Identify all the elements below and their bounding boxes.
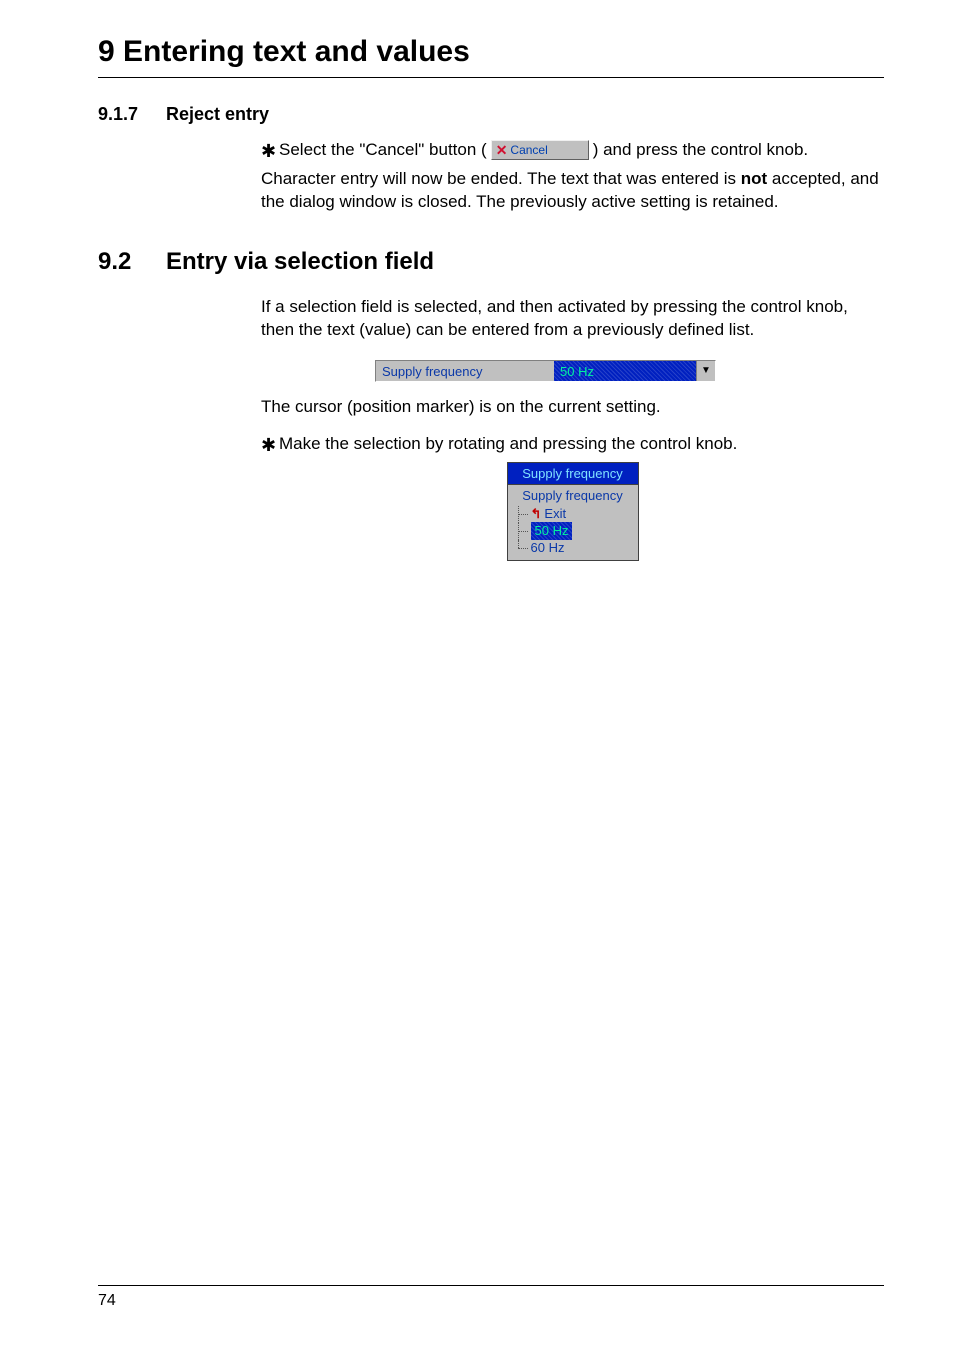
dropdown-item-50hz[interactable]: 50 Hz	[511, 523, 635, 540]
section-917-heading: 9.1.7 Reject entry	[98, 104, 884, 125]
instruction-text-pre: Select the "Cancel" button (	[279, 139, 487, 162]
bullet-icon: ✱	[261, 142, 279, 160]
chapter-rule	[98, 77, 884, 78]
dropdown-item-60hz[interactable]: 60 Hz	[511, 540, 635, 557]
tree-branch-icon	[511, 523, 531, 540]
section-title: Entry via selection field	[166, 248, 434, 276]
select-label: Supply frequency	[376, 361, 554, 381]
section-92-heading: 9.2 Entry via selection field	[98, 248, 884, 276]
x-icon: ✕	[496, 143, 508, 157]
tree-branch-icon	[511, 506, 531, 523]
exit-icon: ↰	[531, 505, 542, 523]
instruction-bullet: ✱ Make the selection by rotating and pre…	[261, 433, 884, 456]
cursor-note: The cursor (position marker) is on the c…	[261, 396, 884, 419]
instruction-text-post: ) and press the control knob.	[593, 139, 808, 162]
dropdown-subtitle: Supply frequency	[511, 486, 635, 506]
section-title: Reject entry	[166, 104, 269, 125]
tree-branch-icon	[511, 540, 531, 557]
chapter-title: 9 Entering text and values	[98, 35, 884, 69]
select-value: 50 Hz	[554, 361, 696, 381]
cancel-label: Cancel	[510, 142, 547, 158]
dropdown-item-exit[interactable]: ↰ Exit	[511, 506, 635, 523]
page-number: 74	[98, 1292, 884, 1310]
section-number: 9.2	[98, 248, 166, 276]
selected-option: 50 Hz	[531, 522, 573, 540]
dropdown-title: Supply frequency	[508, 463, 638, 486]
cancel-button[interactable]: ✕ Cancel	[491, 140, 589, 160]
bullet-icon: ✱	[261, 436, 279, 454]
instruction-bullet: ✱ Select the "Cancel" button ( ✕ Cancel …	[261, 139, 884, 162]
section-number: 9.1.7	[98, 104, 166, 125]
supply-frequency-select[interactable]: Supply frequency 50 Hz ▼	[375, 360, 716, 382]
instruction-text: Make the selection by rotating and press…	[279, 433, 737, 456]
supply-frequency-dropdown-open[interactable]: Supply frequency Supply frequency ↰ Exit…	[507, 462, 639, 561]
chevron-down-icon[interactable]: ▼	[696, 361, 715, 381]
page-footer: 74	[98, 1285, 884, 1310]
section-intro: If a selection field is selected, and th…	[261, 296, 884, 342]
paragraph: Character entry will now be ended. The t…	[261, 168, 884, 214]
